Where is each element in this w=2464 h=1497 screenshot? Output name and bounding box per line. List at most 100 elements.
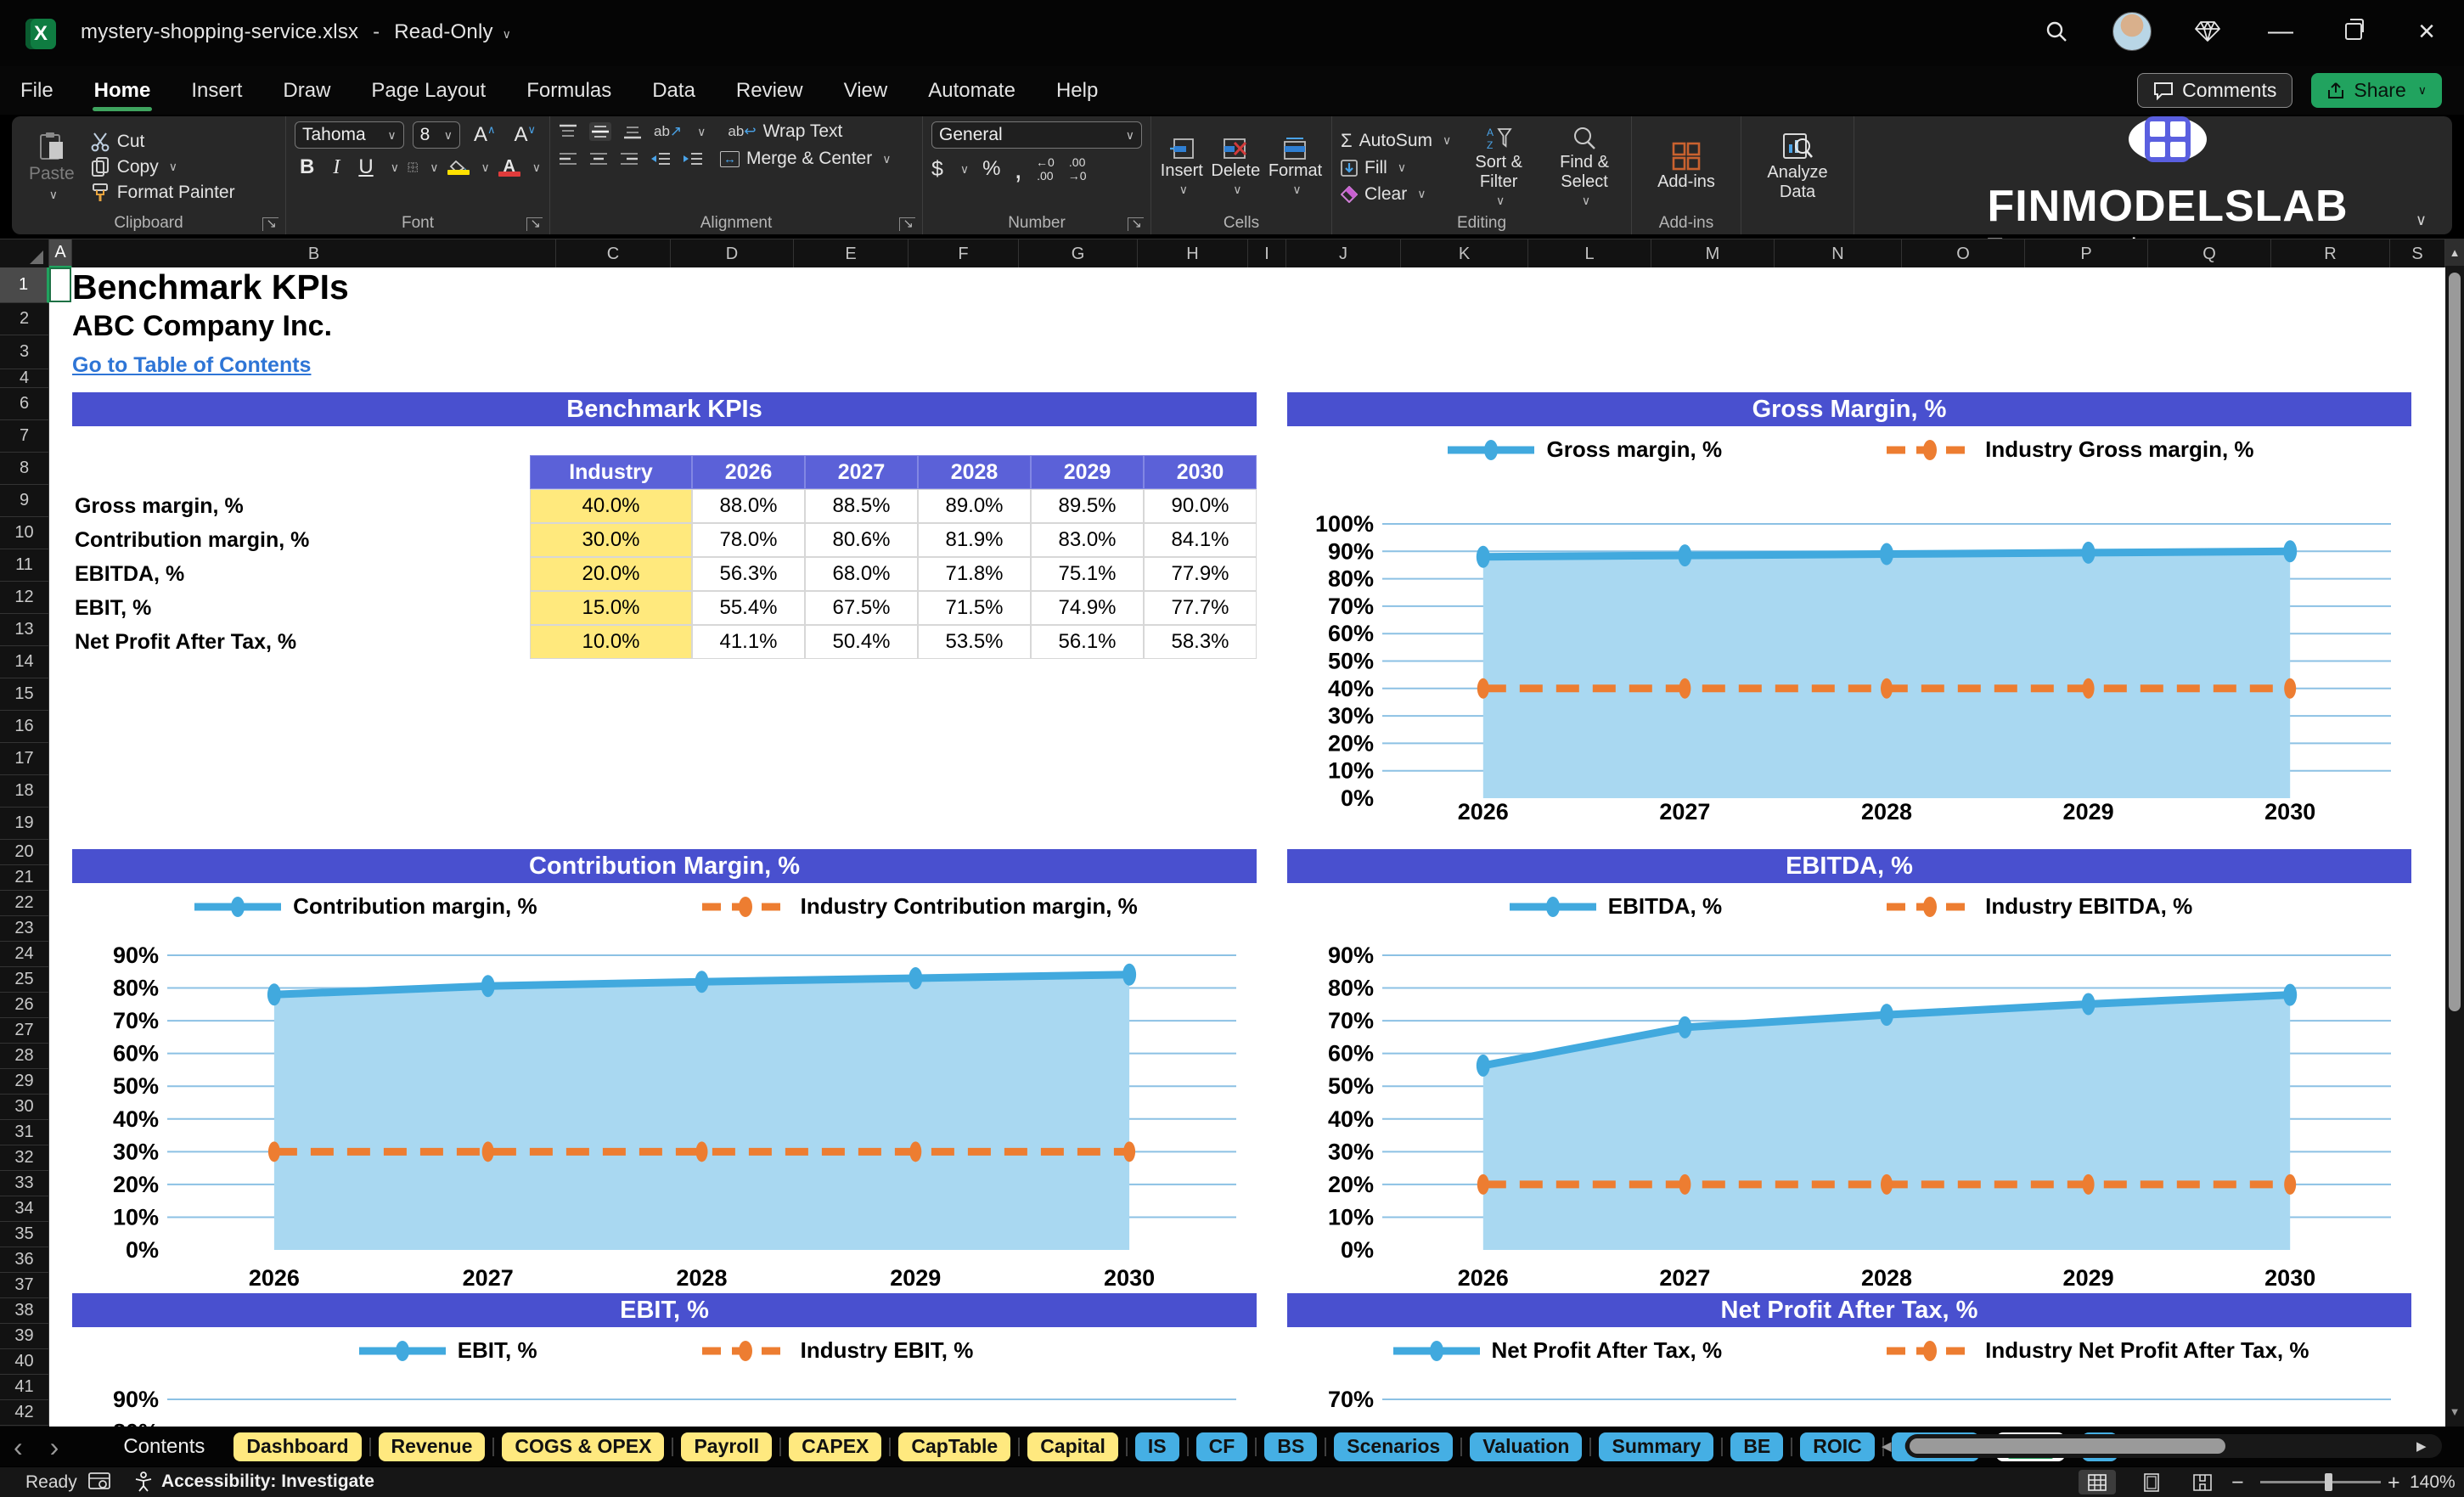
row-header-23[interactable]: 23: [0, 916, 49, 942]
sheet-tab-dashboard[interactable]: Dashboard: [233, 1432, 362, 1461]
italic-button[interactable]: I: [328, 156, 345, 179]
comma-format-button[interactable]: ,: [1015, 155, 1022, 183]
kpi-value-cell[interactable]: 68.0%: [805, 557, 918, 591]
row-header-3[interactable]: 3: [0, 335, 49, 369]
scroll-down-icon[interactable]: ▼: [2445, 1399, 2464, 1423]
kpi-value-cell[interactable]: 71.5%: [918, 591, 1031, 625]
increase-decimal-button[interactable]: ←0.00: [1036, 155, 1055, 183]
decrease-font-size-button[interactable]: A∨: [509, 123, 541, 147]
kpi-value-cell[interactable]: 78.0%: [692, 523, 805, 557]
row-header-31[interactable]: 31: [0, 1120, 49, 1145]
menu-tab-formulas[interactable]: Formulas: [506, 66, 632, 115]
zoom-in-button[interactable]: +: [2388, 1471, 2400, 1495]
column-header-I[interactable]: I: [1248, 239, 1286, 268]
column-headers[interactable]: ABCDEFGHIJKLMNOPQRS: [0, 239, 2445, 269]
orientation-button[interactable]: ab↗: [654, 123, 682, 140]
fill-button[interactable]: Fill ∨: [1341, 158, 1451, 178]
zoom-out-button[interactable]: −: [2231, 1471, 2244, 1495]
row-header-13[interactable]: 13: [0, 614, 49, 646]
kpi-value-cell[interactable]: 88.0%: [692, 489, 805, 523]
sheet-tab-bs[interactable]: BS: [1264, 1432, 1318, 1461]
sheet-tab-revenue[interactable]: Revenue: [378, 1432, 486, 1461]
row-header-40[interactable]: 40: [0, 1349, 49, 1375]
chart-contribution-margin-[interactable]: Contribution Margin, % Contribution margi…: [72, 849, 1257, 1291]
row-header-41[interactable]: 41: [0, 1375, 49, 1400]
chart-ebitda-[interactable]: EBITDA, % EBITDA, % Industry EBITDA, % 90% 8…: [1287, 849, 2411, 1291]
kpi-value-cell[interactable]: 53.5%: [918, 625, 1031, 659]
menu-tab-file[interactable]: File: [0, 66, 74, 115]
copy-button[interactable]: Copy ∨: [90, 156, 235, 177]
chart-ebit-[interactable]: EBIT, %EBIT, %Industry EBIT, %90%80%70%6…: [72, 1293, 1257, 1427]
row-header-33[interactable]: 33: [0, 1171, 49, 1196]
row-header-17[interactable]: 17: [0, 743, 49, 775]
row-header-8[interactable]: 8: [0, 453, 49, 485]
column-header-O[interactable]: O: [1902, 239, 2025, 268]
fill-color-button[interactable]: [447, 160, 470, 175]
delete-cells-button[interactable]: Delete ∨: [1211, 138, 1260, 196]
menu-tab-page-layout[interactable]: Page Layout: [351, 66, 506, 115]
font-color-button[interactable]: A: [498, 158, 520, 177]
gem-premium-icon[interactable]: [2191, 14, 2225, 48]
row-header-30[interactable]: 30: [0, 1095, 49, 1120]
column-header-G[interactable]: G: [1019, 239, 1138, 268]
wrap-text-button[interactable]: ab↩ Wrap Text: [728, 121, 842, 142]
align-top-icon[interactable]: [559, 124, 577, 139]
sheet-tab-captable[interactable]: CapTable: [898, 1432, 1011, 1461]
kpi-value-cell[interactable]: 88.5%: [805, 489, 918, 523]
row-header-32[interactable]: 32: [0, 1145, 49, 1171]
column-header-S[interactable]: S: [2390, 239, 2445, 268]
paste-button[interactable]: Paste ∨: [20, 130, 83, 204]
decrease-decimal-button[interactable]: .00 →0: [1068, 155, 1087, 183]
row-header-26[interactable]: 26: [0, 993, 49, 1018]
alignment-dialog-launcher-icon[interactable]: ↘: [899, 217, 915, 231]
format-painter-button[interactable]: Format Painter: [90, 183, 235, 203]
collapse-ribbon-icon[interactable]: ∨: [2416, 211, 2427, 229]
zoom-slider[interactable]: [2260, 1481, 2381, 1483]
sheet-tab-summary[interactable]: Summary: [1599, 1432, 1714, 1461]
underline-button[interactable]: U: [353, 155, 378, 179]
zoom-slider-thumb[interactable]: [2325, 1473, 2332, 1491]
sheet-tab-is[interactable]: IS: [1134, 1432, 1179, 1461]
kpi-industry-cell[interactable]: 10.0%: [530, 625, 692, 659]
kpi-value-cell[interactable]: 58.3%: [1144, 625, 1257, 659]
row-header-24[interactable]: 24: [0, 942, 49, 967]
chart-gross-margin-[interactable]: Gross Margin, % Gross margin, % Industry G…: [1287, 392, 2411, 830]
display-settings-icon[interactable]: [88, 1472, 110, 1492]
user-avatar[interactable]: [2112, 12, 2152, 51]
row-header-21[interactable]: 21: [0, 865, 49, 891]
row-header-35[interactable]: 35: [0, 1222, 49, 1247]
sheet-tab-capex[interactable]: CAPEX: [789, 1432, 882, 1461]
kpi-value-cell[interactable]: 67.5%: [805, 591, 918, 625]
row-header-4[interactable]: 4: [0, 369, 49, 388]
select-all-corner[interactable]: [0, 239, 49, 268]
menu-tab-automate[interactable]: Automate: [908, 66, 1036, 115]
minimize-button[interactable]: —: [2264, 14, 2298, 48]
currency-format-button[interactable]: $: [931, 157, 943, 182]
prev-sheet-icon[interactable]: ‹: [0, 1433, 37, 1460]
chart-net-profit-after-tax-[interactable]: Net Profit After Tax, % Net Profit After …: [1287, 1293, 2411, 1427]
kpi-value-cell[interactable]: 75.1%: [1031, 557, 1144, 591]
insert-cells-button[interactable]: Insert ∨: [1161, 138, 1203, 196]
row-header-28[interactable]: 28: [0, 1044, 49, 1069]
kpi-industry-cell[interactable]: 20.0%: [530, 557, 692, 591]
column-header-J[interactable]: J: [1286, 239, 1401, 268]
number-format-select[interactable]: General ∨: [931, 121, 1142, 149]
menu-tab-review[interactable]: Review: [716, 66, 824, 115]
kpi-value-cell[interactable]: 89.0%: [918, 489, 1031, 523]
row-header-36[interactable]: 36: [0, 1247, 49, 1273]
row-header-11[interactable]: 11: [0, 549, 49, 582]
zoom-level[interactable]: 140%: [2410, 1472, 2456, 1493]
align-left-icon[interactable]: [559, 151, 577, 166]
kpi-industry-cell[interactable]: 15.0%: [530, 591, 692, 625]
column-header-K[interactable]: K: [1401, 239, 1528, 268]
row-header-14[interactable]: 14: [0, 646, 49, 678]
kpi-value-cell[interactable]: 74.9%: [1031, 591, 1144, 625]
sheet-tab-payroll[interactable]: Payroll: [681, 1432, 773, 1461]
page-layout-view-button[interactable]: [2133, 1470, 2170, 1494]
sheet-tab-valuation[interactable]: Valuation: [1470, 1432, 1583, 1461]
scroll-left-icon[interactable]: ◀: [1882, 1438, 1892, 1454]
column-header-C[interactable]: C: [556, 239, 671, 268]
sort-filter-button[interactable]: AZ Sort & Filter ∨: [1465, 126, 1533, 207]
scroll-up-icon[interactable]: ▲: [2445, 239, 2464, 266]
clipboard-dialog-launcher-icon[interactable]: ↘: [262, 217, 278, 231]
